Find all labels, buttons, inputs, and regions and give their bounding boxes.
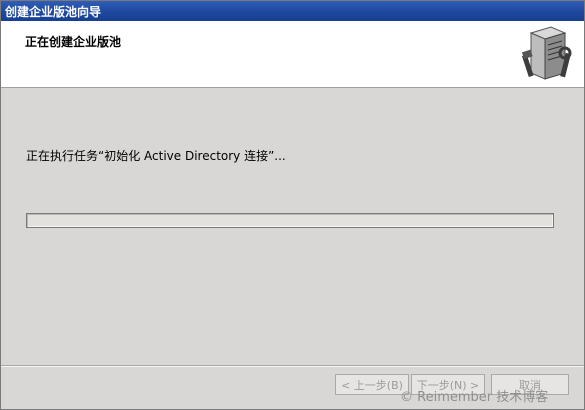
wizard-header: 正在创建企业版池 [1, 21, 584, 88]
task-status-text: 正在执行任务“初始化 Active Directory 连接”... [26, 149, 286, 163]
wizard-window: 创建企业版池向导 正在创建企业版池 正在执行任务“初始化 Active Dire… [0, 0, 585, 410]
watermark-text: © Reimember 技术博客 [400, 390, 549, 405]
progress-bar [26, 213, 554, 228]
server-tools-icon [521, 25, 573, 84]
button-divider [1, 365, 584, 367]
page-title: 正在创建企业版池 [25, 35, 122, 49]
title-bar[interactable]: 创建企业版池向导 [1, 1, 584, 21]
window-title: 创建企业版池向导 [5, 5, 102, 19]
back-button[interactable]: < 上一步(B) [335, 374, 409, 395]
